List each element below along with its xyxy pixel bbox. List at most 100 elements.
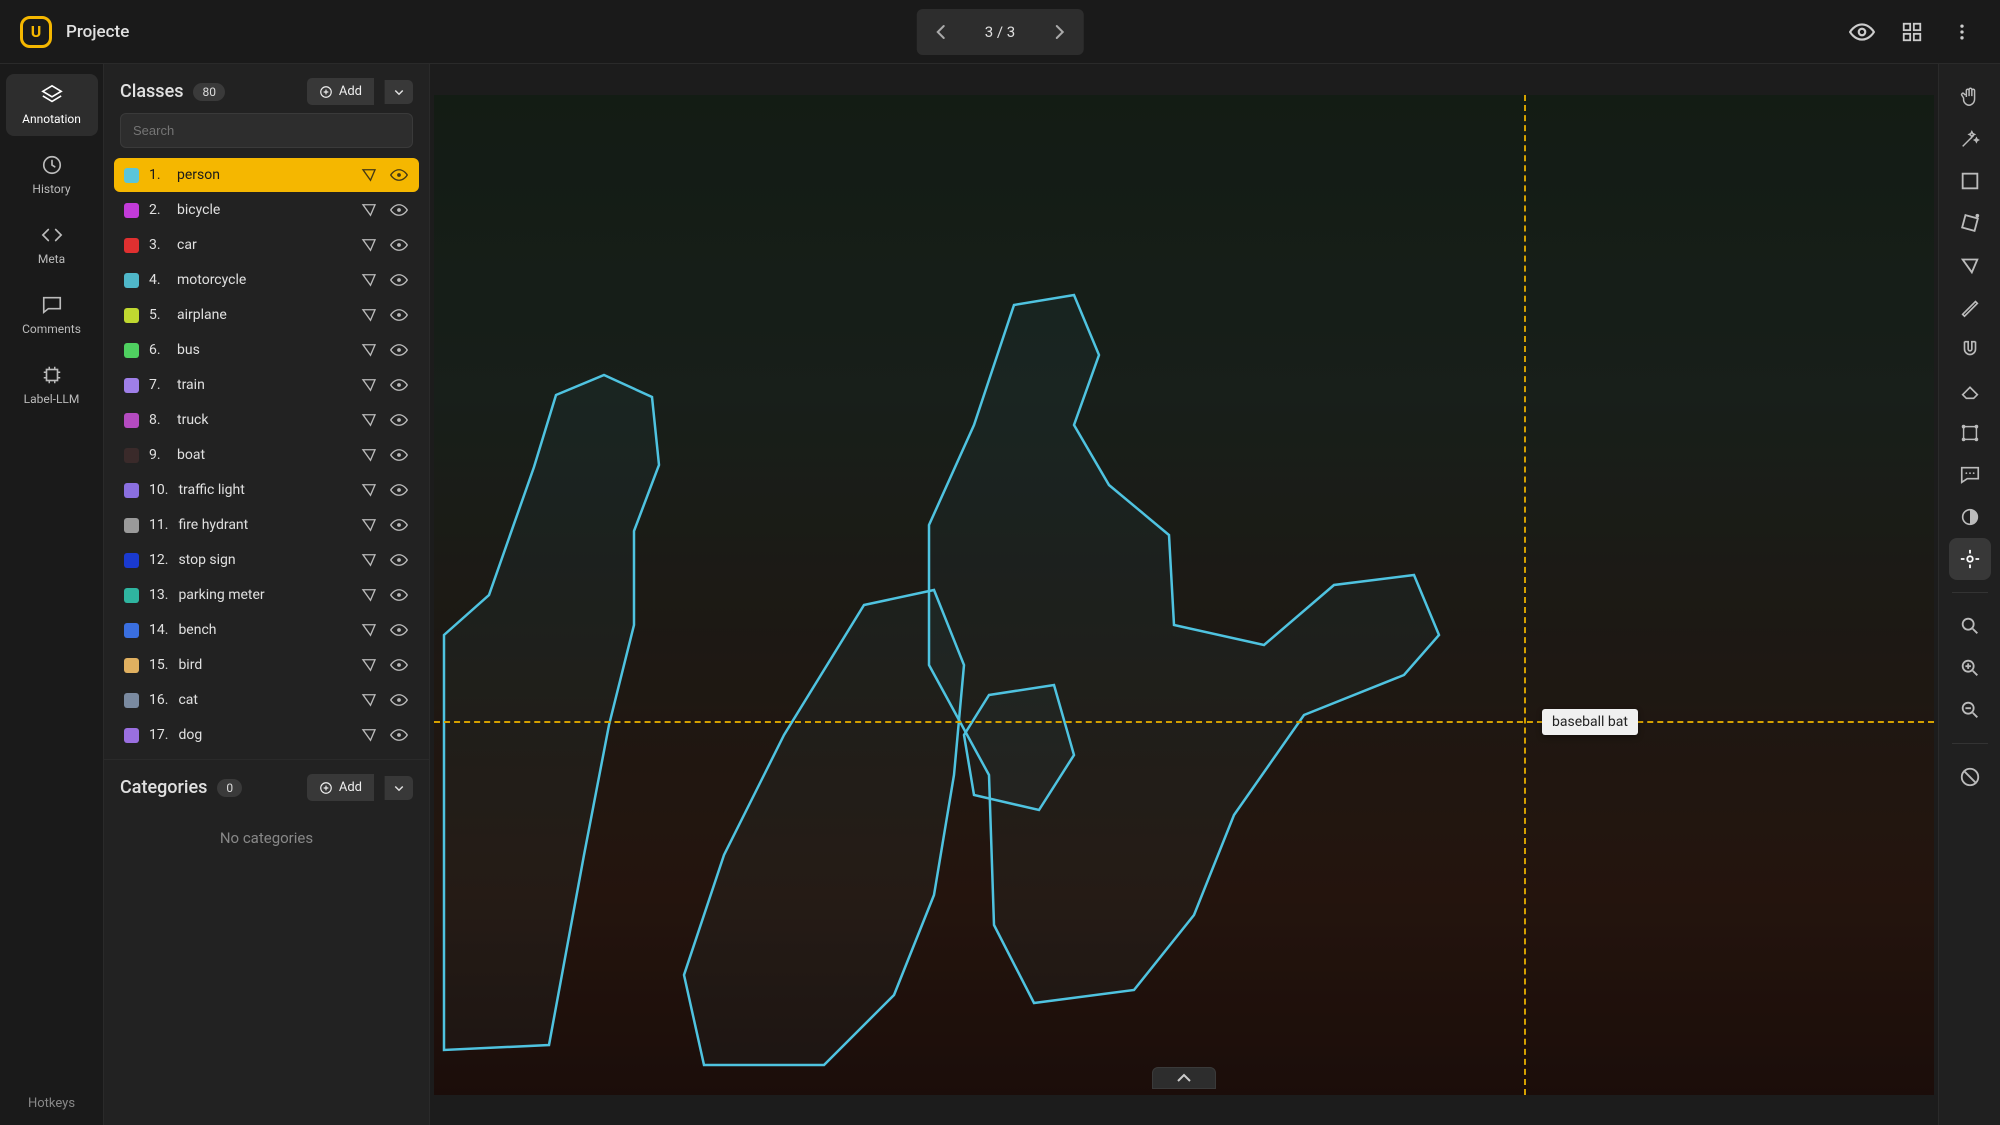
magic-wand-tool[interactable] (1949, 118, 1991, 160)
polygon-icon[interactable] (359, 445, 379, 465)
brush-tool[interactable] (1949, 286, 1991, 328)
polygon-icon[interactable] (359, 690, 379, 710)
poly-person-batter[interactable] (929, 295, 1439, 1003)
poly-person-catcher[interactable] (684, 590, 964, 1065)
color-tool[interactable] (1949, 496, 1991, 538)
more-menu-button[interactable] (1944, 14, 1980, 50)
categories-empty: No categories (104, 809, 429, 867)
rail-meta[interactable]: Meta (6, 214, 98, 276)
eye-icon[interactable] (389, 550, 409, 570)
rail-history[interactable]: History (6, 144, 98, 206)
comment-tool[interactable] (1949, 454, 1991, 496)
class-list[interactable]: 1.person2.bicycle3.car4.motorcycle5.airp… (104, 158, 429, 753)
class-item-bench[interactable]: 14.bench (114, 613, 419, 647)
eye-icon[interactable] (389, 375, 409, 395)
class-item-person[interactable]: 1.person (114, 158, 419, 192)
rail-label-llm[interactable]: Label-LLM (6, 354, 98, 416)
class-item-stop-sign[interactable]: 12.stop sign (114, 543, 419, 577)
rail-comments[interactable]: Comments (6, 284, 98, 346)
next-image-button[interactable] (1037, 13, 1079, 51)
app-logo[interactable]: U (20, 16, 52, 48)
class-search-input[interactable] (120, 113, 413, 148)
eye-icon[interactable] (389, 690, 409, 710)
polygon-icon[interactable] (359, 515, 379, 535)
class-item-truck[interactable]: 8.truck (114, 403, 419, 437)
class-item-motorcycle[interactable]: 4.motorcycle (114, 263, 419, 297)
zoom-search[interactable] (1949, 605, 1991, 647)
class-item-train[interactable]: 7.train (114, 368, 419, 402)
eye-icon[interactable] (389, 655, 409, 675)
class-item-parking-meter[interactable]: 13.parking meter (114, 578, 419, 612)
hand-tool[interactable] (1949, 76, 1991, 118)
class-item-fire-hydrant[interactable]: 11.fire hydrant (114, 508, 419, 542)
eye-icon[interactable] (389, 620, 409, 640)
class-item-bicycle[interactable]: 2.bicycle (114, 193, 419, 227)
class-name-label: bird (178, 657, 349, 673)
class-number: 9. (149, 447, 167, 463)
polygon-icon[interactable] (359, 410, 379, 430)
eye-icon[interactable] (389, 165, 409, 185)
class-item-boat[interactable]: 9.boat (114, 438, 419, 472)
polygon-icon[interactable] (359, 200, 379, 220)
add-class-button[interactable]: Add (307, 78, 374, 105)
polygon-icon[interactable] (359, 270, 379, 290)
eye-icon[interactable] (389, 480, 409, 500)
eye-icon[interactable] (389, 235, 409, 255)
eye-icon[interactable] (389, 725, 409, 745)
grid-view-button[interactable] (1894, 14, 1930, 50)
eye-icon[interactable] (389, 270, 409, 290)
canvas-viewport[interactable]: baseball bat (430, 64, 1938, 1125)
disable-tool[interactable] (1949, 756, 1991, 798)
eye-icon[interactable] (389, 410, 409, 430)
class-number: 1. (149, 167, 167, 183)
polygon-icon[interactable] (359, 235, 379, 255)
polygon-icon[interactable] (359, 375, 379, 395)
class-item-dog[interactable]: 17.dog (114, 718, 419, 752)
visibility-toggle[interactable] (1844, 14, 1880, 50)
plus-circle-icon (319, 85, 333, 99)
rotated-bbox-tool[interactable] (1949, 202, 1991, 244)
eye-icon[interactable] (389, 340, 409, 360)
polygon-icon[interactable] (359, 725, 379, 745)
polygon-icon[interactable] (359, 585, 379, 605)
polygon-icon[interactable] (359, 550, 379, 570)
graph-tool[interactable] (1949, 412, 1991, 454)
center-tool[interactable] (1949, 538, 1991, 580)
categories-header: Categories 0 Add (104, 760, 429, 809)
prev-image-button[interactable] (921, 13, 963, 51)
magnet-tool[interactable] (1949, 328, 1991, 370)
eye-icon[interactable] (389, 445, 409, 465)
class-item-airplane[interactable]: 5.airplane (114, 298, 419, 332)
class-item-cat[interactable]: 16.cat (114, 683, 419, 717)
polygon-icon[interactable] (359, 165, 379, 185)
eraser-tool[interactable] (1949, 370, 1991, 412)
eye-icon[interactable] (389, 200, 409, 220)
class-item-traffic-light[interactable]: 10.traffic light (114, 473, 419, 507)
hotkeys-button[interactable]: Hotkeys (0, 1096, 103, 1111)
polygon-icon[interactable] (359, 305, 379, 325)
brush-tool-icon (1959, 296, 1981, 318)
poly-person-umpire[interactable] (444, 375, 659, 1050)
eye-icon[interactable] (389, 305, 409, 325)
image-canvas[interactable]: baseball bat (434, 95, 1934, 1095)
bbox-tool[interactable] (1949, 160, 1991, 202)
zoom-in[interactable] (1949, 647, 1991, 689)
class-item-bird[interactable]: 15.bird (114, 648, 419, 682)
classes-count-badge: 80 (193, 83, 225, 101)
project-name[interactable]: Projecte (66, 22, 129, 42)
eye-icon[interactable] (389, 515, 409, 535)
add-class-dropdown[interactable] (384, 80, 413, 104)
polygon-icon[interactable] (359, 340, 379, 360)
class-item-bus[interactable]: 6.bus (114, 333, 419, 367)
add-category-dropdown[interactable] (384, 776, 413, 800)
polygon-icon[interactable] (359, 655, 379, 675)
class-item-car[interactable]: 3.car (114, 228, 419, 262)
polygon-icon[interactable] (359, 620, 379, 640)
add-category-button[interactable]: Add (307, 774, 374, 801)
polygon-icon[interactable] (359, 480, 379, 500)
polygon-tool[interactable] (1949, 244, 1991, 286)
zoom-out[interactable] (1949, 689, 1991, 731)
bottom-panel-toggle[interactable] (1152, 1067, 1216, 1089)
eye-icon[interactable] (389, 585, 409, 605)
rail-annotation[interactable]: Annotation (6, 74, 98, 136)
